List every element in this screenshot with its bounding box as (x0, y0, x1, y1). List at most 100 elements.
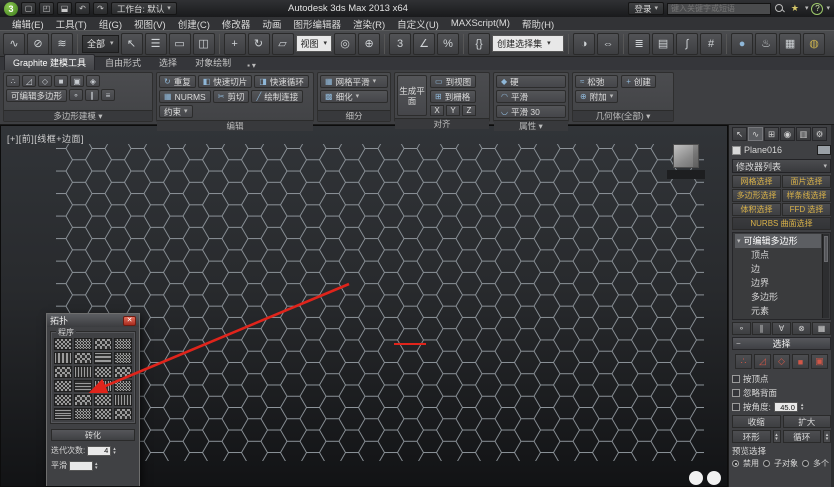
app-logo-icon[interactable]: 3 (4, 1, 18, 16)
cut-button[interactable]: ✂ 剪切 (212, 90, 250, 103)
constraints-dropdown[interactable]: 约束 ▾ (159, 105, 193, 118)
select-and-scale-icon[interactable]: ▱ (271, 32, 294, 55)
snaps-toggle-3d-icon[interactable]: 3 (389, 32, 412, 55)
ring-button[interactable]: 环形 (732, 430, 771, 443)
select-and-move-icon[interactable]: + (223, 32, 246, 55)
iterations-spinner[interactable]: 4 (87, 445, 112, 456)
redo-icon[interactable]: ↷ (93, 2, 108, 15)
stack-row-edge[interactable]: 边 (735, 262, 821, 276)
sign-in-button[interactable]: 登录 ▾ (628, 2, 664, 15)
object-color-swatch[interactable] (817, 145, 831, 155)
menu-group[interactable]: 组(G) (93, 17, 128, 31)
align-to-grid-button[interactable]: ⊞ 到栅格 (430, 90, 477, 103)
border-icon[interactable]: ◇ (773, 354, 790, 369)
repeat-button[interactable]: ↻ 重复 (159, 75, 196, 88)
unlink-selection-icon[interactable]: ⊘ (27, 32, 49, 55)
menu-rendering[interactable]: 渲染(R) (347, 17, 391, 31)
mesh-select-button[interactable]: 网格选择 (732, 175, 781, 188)
by-vertex-checkbox[interactable] (732, 375, 740, 383)
use-pivot-point-center-icon[interactable]: ◎ (334, 32, 357, 55)
window-crossing-icon[interactable]: ◫ (192, 32, 215, 55)
stack-row-polygon[interactable]: 多边形 (735, 290, 821, 304)
topology-pattern-button[interactable] (94, 408, 112, 420)
show-end-result-icon[interactable]: ∥ (85, 89, 100, 101)
show-end-result-icon[interactable]: ∥ (752, 322, 771, 335)
loop-button[interactable]: 循环 (782, 430, 821, 443)
chevron-down-icon[interactable]: ▾ (252, 61, 256, 70)
menu-create[interactable]: 创建(C) (172, 17, 216, 31)
vertex-icon[interactable]: ∴ (735, 354, 752, 369)
edge-icon[interactable]: ◿ (754, 354, 771, 369)
element-mode-icon[interactable]: ▣ (70, 75, 84, 87)
topology-pattern-button[interactable] (74, 394, 92, 406)
axis-y-button[interactable]: Y (446, 105, 460, 116)
volume-select-button[interactable]: 体积选择 (732, 203, 781, 216)
favorites-star-icon[interactable]: ★ (788, 2, 802, 15)
menu-help[interactable]: 帮助(H) (516, 17, 560, 31)
preview-disable-radio[interactable] (732, 460, 739, 467)
viewport-front[interactable]: [+][前][线框+边面] 拓扑 ✕ 程序 砖化 迭代次数: 4 ▴ ▾ 平滑 … (0, 125, 728, 487)
ribbon-tab-object-paint[interactable]: 对象绘制 (187, 55, 239, 70)
reference-coordinate-combo[interactable]: 视图 ▾ (295, 35, 333, 52)
topology-pattern-button[interactable] (114, 380, 132, 392)
chevron-down-icon[interactable]: ▾ (805, 5, 809, 12)
smooth-spinner[interactable] (69, 460, 93, 471)
stack-row-border[interactable]: 边界 (735, 276, 821, 290)
tessellate-button[interactable]: ▩ 细化 ▾ (320, 90, 388, 103)
topology-pattern-button[interactable] (74, 380, 92, 392)
bind-to-space-warp-icon[interactable]: ≋ (51, 32, 73, 55)
stack-scrollbar[interactable] (822, 234, 829, 318)
named-selection-sets-combo[interactable]: 创建选择集 ▾ (492, 35, 565, 52)
topology-pattern-button[interactable] (114, 394, 132, 406)
swiftloop-button[interactable]: ◨ 快速循环 (254, 75, 309, 88)
object-mode-icon[interactable]: ◈ (86, 75, 100, 87)
ffd-select-button[interactable]: FFD 选择 (782, 203, 831, 216)
create-tab-icon[interactable]: ↖ (732, 127, 747, 141)
topology-pattern-button[interactable] (74, 366, 92, 378)
help-icon[interactable]: ? (811, 2, 824, 15)
edge-mode-icon[interactable]: ◿ (22, 75, 36, 87)
menu-views[interactable]: 视图(V) (128, 17, 172, 31)
relax-button[interactable]: ≈ 松弛 (575, 75, 619, 88)
ribbon-tab-freeform[interactable]: 自由形式 (97, 55, 149, 70)
topology-pattern-button[interactable] (54, 366, 72, 378)
save-file-icon[interactable]: ⬓ (57, 2, 72, 15)
pin-stack-icon[interactable]: ⚬ (732, 322, 751, 335)
shrink-button[interactable]: 收缩 (732, 415, 781, 428)
select-and-link-icon[interactable]: ∿ (3, 32, 25, 55)
stack-row-editable-poly[interactable]: ▾ 可编辑多边形 (735, 234, 821, 248)
brickify-button[interactable]: 砖化 (51, 429, 135, 441)
topology-pattern-button[interactable] (114, 366, 132, 378)
smooth-30-button[interactable]: ◡ 平滑 30 (496, 105, 566, 118)
select-and-rotate-icon[interactable]: ↻ (247, 32, 270, 55)
attach-button[interactable]: ⊕ 附加 ▾ (575, 90, 619, 103)
topology-pattern-button[interactable] (114, 408, 132, 420)
vertex-mode-icon[interactable]: ∴ (6, 75, 20, 87)
by-angle-checkbox[interactable] (732, 403, 740, 411)
selection-rollout-header[interactable]: − 选择 (732, 337, 831, 350)
motion-tab-icon[interactable]: ◉ (780, 127, 795, 141)
spline-select-button[interactable]: 样条线选择 (782, 189, 831, 202)
polygon-mode-icon[interactable]: ■ (54, 75, 68, 87)
quickslice-button[interactable]: ◧ 快速切片 (197, 75, 253, 88)
ribbon-toggle-icon[interactable]: ▤ (652, 32, 675, 55)
material-editor-icon[interactable]: ● (731, 32, 754, 55)
close-icon[interactable]: ✕ (123, 315, 136, 326)
axis-x-button[interactable]: X (430, 105, 444, 116)
open-file-icon[interactable]: ◰ (39, 2, 54, 15)
topology-pattern-button[interactable] (74, 408, 92, 420)
menu-graph-editors[interactable]: 图形编辑器 (287, 17, 347, 31)
display-tab-icon[interactable]: ▥ (796, 127, 811, 141)
make-planar-button[interactable]: 生成平面 (397, 75, 427, 116)
menu-edit[interactable]: 编辑(E) (6, 17, 50, 31)
preview-subobject-radio[interactable] (763, 460, 770, 467)
select-object-icon[interactable]: ↖ (120, 32, 143, 55)
panel-footer[interactable]: 对齐 (395, 118, 489, 129)
panel-footer[interactable]: 属性 ▾ (494, 120, 568, 131)
remove-modifier-icon[interactable]: ⊗ (792, 322, 811, 335)
patch-select-button[interactable]: 面片选择 (782, 175, 831, 188)
menu-tools[interactable]: 工具(T) (50, 17, 93, 31)
menu-modifiers[interactable]: 修改器 (216, 17, 257, 31)
undo-icon[interactable]: ↶ (75, 2, 90, 15)
polygon-icon[interactable]: ■ (792, 354, 809, 369)
